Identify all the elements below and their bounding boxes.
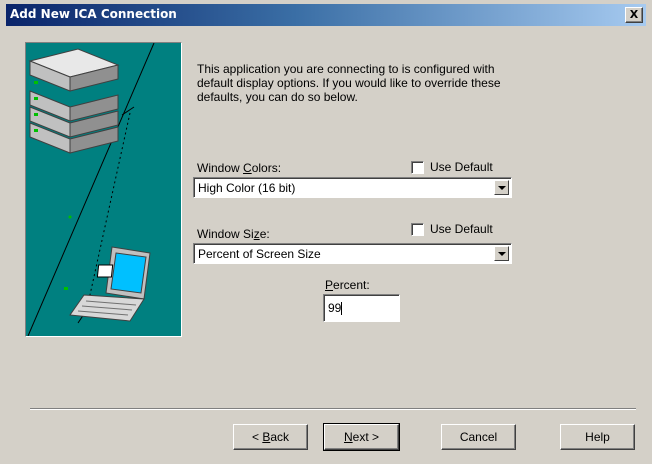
title-bar[interactable]: Add New ICA Connection X [6, 4, 646, 26]
window-size-label-pre: Window Si [197, 227, 254, 241]
help-button-label: Help [585, 430, 610, 444]
laptop-icon [64, 246, 151, 322]
window-colors-use-default-checkbox[interactable] [411, 160, 424, 174]
percent-label-post: ercent: [333, 278, 370, 292]
server-stack-icon [28, 48, 120, 154]
window-colors-label-accel: C [243, 161, 252, 175]
button-separator [30, 408, 636, 410]
percent-value-text: 99 [328, 301, 342, 315]
percent-label-accel: P [325, 278, 334, 292]
dialog-window: Add New ICA Connection X This applicatio… [0, 0, 652, 464]
percent-input-value: 99 [328, 301, 343, 316]
window-size-use-default[interactable]: Use Default [411, 222, 493, 236]
window-colors-label-post: olors: [251, 161, 282, 175]
window-colors-label-pre: Window [197, 161, 244, 175]
next-button-accel: N [343, 430, 353, 444]
cancel-button-label: Cancel [459, 430, 498, 444]
back-button-post: ack [270, 430, 290, 444]
window-size-use-default-label: Use Default [430, 222, 493, 236]
close-button[interactable]: X [625, 7, 643, 23]
window-title: Add New ICA Connection [10, 7, 177, 21]
back-button-pre: < [251, 430, 263, 444]
window-size-label-post: e: [259, 227, 270, 241]
cancel-button[interactable]: Cancel [441, 424, 516, 450]
window-colors-label: Window Colors: [197, 161, 281, 175]
next-button[interactable]: Next > [323, 423, 400, 451]
window-size-label: Window Size: [197, 227, 270, 241]
wizard-illustration [25, 42, 182, 337]
window-size-selected-value: Percent of Screen Size [198, 247, 321, 261]
text-caret [341, 302, 343, 316]
close-icon: X [629, 8, 639, 21]
network-illustration-icon [27, 42, 155, 337]
back-button[interactable]: < Back [233, 424, 308, 450]
percent-label: Percent: [325, 278, 370, 292]
chevron-down-icon[interactable] [494, 180, 509, 195]
window-colors-select[interactable]: High Color (16 bit) [193, 177, 512, 198]
next-button-post: ext > [352, 430, 380, 444]
window-size-use-default-checkbox[interactable] [411, 222, 424, 236]
window-size-select[interactable]: Percent of Screen Size [193, 243, 512, 264]
window-colors-use-default[interactable]: Use Default [411, 160, 493, 174]
help-button[interactable]: Help [560, 424, 635, 450]
intro-text: This application you are connecting to i… [197, 62, 501, 104]
chevron-down-icon[interactable] [494, 246, 509, 261]
percent-input[interactable]: 99 [323, 294, 400, 322]
window-colors-selected-value: High Color (16 bit) [198, 181, 296, 195]
window-colors-use-default-label: Use Default [430, 160, 493, 174]
